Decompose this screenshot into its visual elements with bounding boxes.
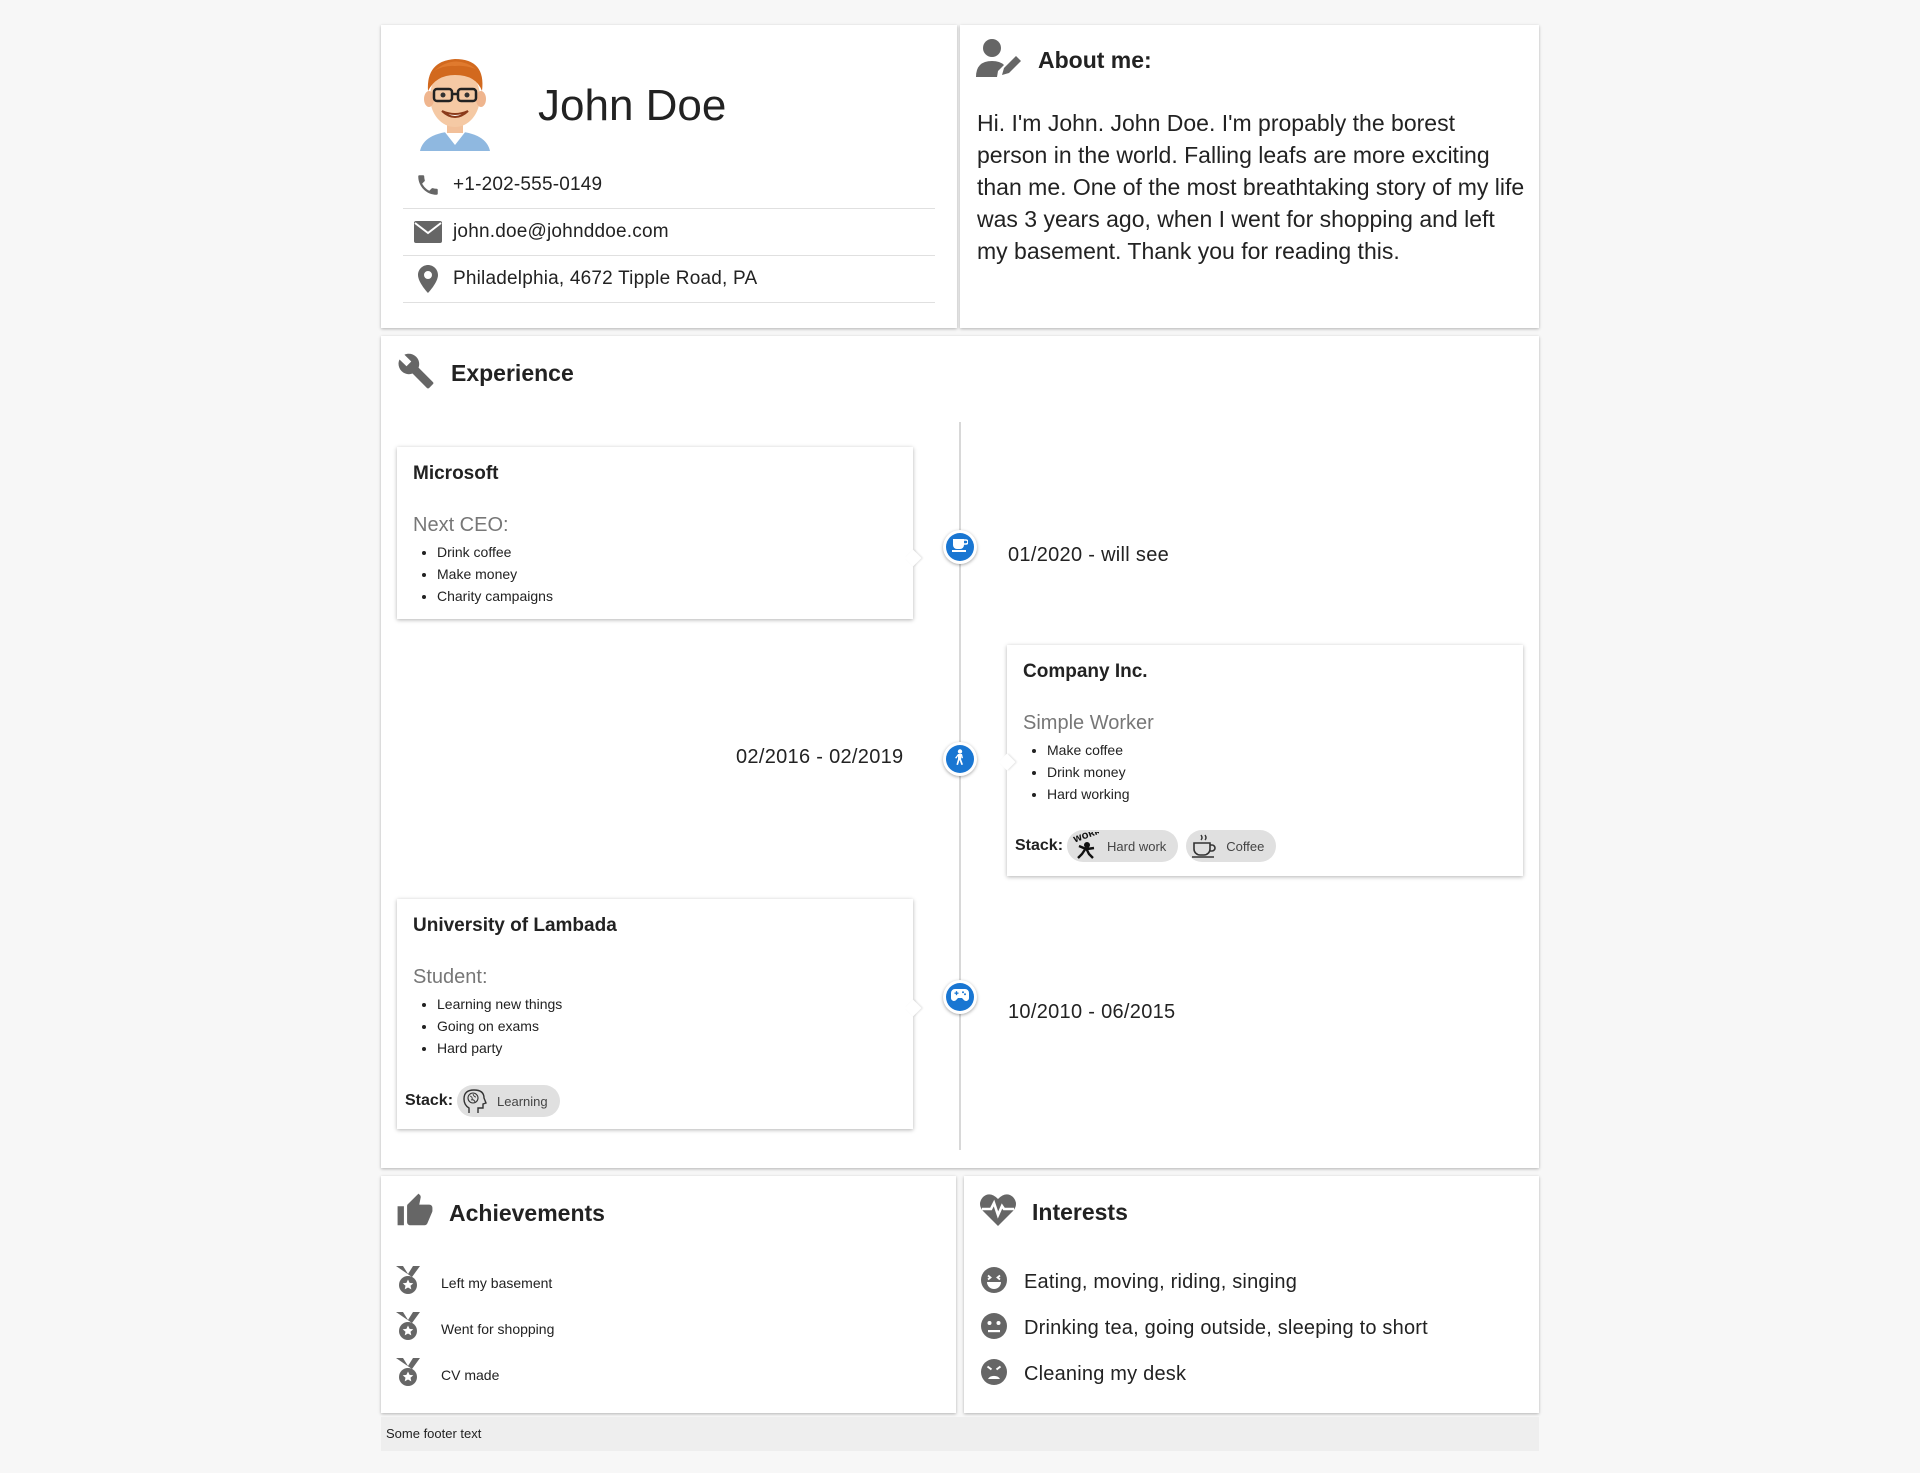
gamepad-icon: [951, 988, 969, 1007]
stack-chip[interactable]: WORK Hard work: [1067, 830, 1179, 862]
coffee-cup-icon: [952, 538, 969, 557]
medal-icon: [393, 1265, 423, 1300]
person-name: John Doe: [538, 81, 727, 130]
medal-icon: [393, 1311, 423, 1346]
timeline-dot: [943, 980, 977, 1014]
stack-chip[interactable]: Learning: [457, 1085, 560, 1117]
phone-text: +1-202-555-0149: [453, 174, 603, 195]
duties-list: Drink coffee Make money Charity campaign…: [437, 541, 553, 607]
list-item: Drink coffee: [437, 541, 553, 563]
stack-label: Stack:: [405, 1092, 454, 1109]
achievements-title: Achievements: [449, 1200, 605, 1226]
experience-entry: Company Inc. Simple Worker Make coffee D…: [1007, 645, 1523, 876]
interests-header: Interests: [979, 1192, 1128, 1233]
chip-label: Coffee: [1226, 838, 1265, 854]
achievements-card: Achievements Left my basement Went for s…: [381, 1176, 956, 1413]
map-pin-icon: [403, 265, 453, 293]
about-header: About me:: [976, 39, 1152, 82]
timeline-date: 01/2020 - will see: [1008, 544, 1170, 566]
interest-item: Eating, moving, riding, singing: [980, 1266, 1297, 1299]
stack-row: Stack: Learning: [405, 1085, 568, 1117]
list-item: Make coffee: [1047, 739, 1129, 761]
role-title: Next CEO:: [413, 514, 509, 536]
role-title: Student:: [413, 966, 488, 988]
experience-entry: Microsoft Next CEO: Drink coffee Make mo…: [397, 447, 913, 619]
happy-face-icon: [980, 1266, 1008, 1299]
achievements-header: Achievements: [396, 1192, 605, 1235]
company-name: Company Inc.: [1023, 661, 1148, 682]
walking-person-icon: [953, 748, 967, 770]
brain-head-icon: [459, 1085, 491, 1117]
user-edit-icon: [976, 39, 1022, 82]
stack-chip[interactable]: Coffee: [1186, 830, 1277, 862]
achievement-text: Left my basement: [441, 1274, 553, 1291]
timeline-dot: [943, 530, 977, 564]
thumbs-up-icon: [396, 1192, 434, 1235]
neutral-face-icon: [980, 1312, 1008, 1345]
contact-email[interactable]: john.doe@johnddoe.com: [403, 209, 935, 256]
timeline-date: 10/2010 - 06/2015: [1008, 1001, 1176, 1023]
envelope-icon: [403, 221, 453, 243]
interest-item: Cleaning my desk: [980, 1358, 1186, 1391]
about-text: Hi. I'm John. John Doe. I'm propably the…: [977, 110, 1525, 264]
interests-title: Interests: [1032, 1199, 1128, 1225]
duties-list: Make coffee Drink money Hard working: [1047, 739, 1129, 805]
company-name: Microsoft: [413, 463, 499, 484]
achievement-item: Went for shopping: [393, 1311, 554, 1346]
list-item: Going on exams: [437, 1015, 562, 1037]
profile-card: John Doe +1-202-555-0149 john.doe@johndd…: [381, 25, 957, 328]
medal-icon: [393, 1357, 423, 1392]
achievement-item: CV made: [393, 1357, 499, 1392]
contact-phone[interactable]: +1-202-555-0149: [403, 162, 935, 209]
address-text: Philadelphia, 4672 Tipple Road, PA: [453, 268, 758, 289]
experience-title: Experience: [451, 360, 574, 386]
coffee-icon: [1188, 830, 1220, 862]
footer-text: Some footer text: [386, 1426, 482, 1441]
experience-header: Experience: [397, 352, 574, 395]
timeline-date: 02/2016 - 02/2019: [736, 746, 904, 768]
phone-icon: [403, 172, 453, 198]
role-title: Simple Worker: [1023, 712, 1154, 734]
chip-label: Hard work: [1107, 838, 1167, 854]
stack-row: Stack: WORK Hard work Coffee: [1015, 830, 1284, 862]
stack-label: Stack:: [1015, 837, 1064, 854]
timeline-dot: [943, 742, 977, 776]
about-title: About me:: [1038, 47, 1152, 73]
experience-card: Experience Microsoft Next CEO: Drink cof…: [381, 336, 1539, 1168]
interests-card: Interests Eating, moving, riding, singin…: [964, 1176, 1539, 1413]
achievement-text: CV made: [441, 1366, 500, 1383]
experience-entry: University of Lambada Student: Learning …: [397, 899, 913, 1129]
achievement-text: Went for shopping: [441, 1320, 555, 1337]
sad-face-icon: [980, 1358, 1008, 1391]
list-item: Hard party: [437, 1037, 562, 1059]
contact-address[interactable]: Philadelphia, 4672 Tipple Road, PA: [403, 256, 935, 303]
about-card: About me: Hi. I'm John. John Doe. I'm pr…: [960, 25, 1539, 328]
list-item: Drink money: [1047, 761, 1129, 783]
interest-item: Drinking tea, going outside, sleeping to…: [980, 1312, 1428, 1345]
list-item: Learning new things: [437, 993, 562, 1015]
achievement-item: Left my basement: [393, 1265, 552, 1300]
avatar: [414, 53, 496, 155]
interest-text: Eating, moving, riding, singing: [1024, 1271, 1298, 1293]
email-text: john.doe@johnddoe.com: [453, 221, 669, 242]
interest-text: Cleaning my desk: [1024, 1363, 1187, 1385]
list-item: Charity campaigns: [437, 585, 553, 607]
duties-list: Learning new things Going on exams Hard …: [437, 993, 562, 1059]
list-item: Hard working: [1047, 783, 1129, 805]
heartbeat-icon: [979, 1192, 1017, 1233]
hard-work-icon: WORK: [1069, 830, 1101, 862]
footer: Some footer text: [381, 1417, 1539, 1451]
chip-label: Learning: [497, 1093, 548, 1109]
company-name: University of Lambada: [413, 915, 617, 936]
wrench-icon: [397, 352, 435, 395]
interest-text: Drinking tea, going outside, sleeping to…: [1024, 1317, 1428, 1339]
list-item: Make money: [437, 563, 553, 585]
